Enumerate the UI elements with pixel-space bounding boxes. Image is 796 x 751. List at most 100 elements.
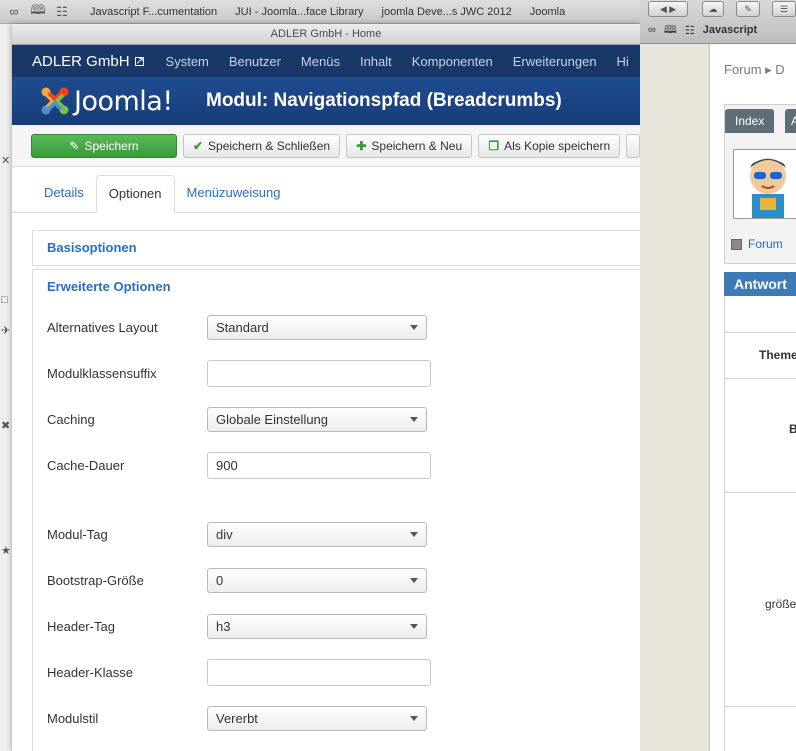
answer-form-table: Theme B größe xyxy=(724,296,796,751)
nav-item-system[interactable]: System xyxy=(156,54,219,69)
divider xyxy=(725,706,796,707)
bookmark-item[interactable]: Javascript F...cumentation xyxy=(90,6,217,18)
field-module-tag: Modul-Tag div xyxy=(47,521,427,547)
bootstrap-size-select[interactable]: 0 xyxy=(207,567,427,593)
top-sites-icon[interactable]: ☷ xyxy=(685,24,695,37)
toolbar: ✎ Speichern ✔ Speichern & Schließen ✚ Sp… xyxy=(12,125,640,167)
forum-link[interactable]: Forum xyxy=(731,237,783,251)
tab-options[interactable]: Optionen xyxy=(95,175,175,213)
nav-item-content[interactable]: Inhalt xyxy=(350,54,402,69)
bookmark-item[interactable]: Javascript xyxy=(703,24,757,36)
header-class-input[interactable] xyxy=(207,658,431,686)
module-tag-label: Modul-Tag xyxy=(47,526,108,542)
reading-list-icon[interactable]: ∞ xyxy=(4,4,24,19)
save-close-button[interactable]: ✔ Speichern & Schließen xyxy=(182,133,341,158)
nav-item-extensions[interactable]: Erweiterungen xyxy=(503,54,607,69)
trash-icon: ✕ xyxy=(1,155,11,167)
browser-toolbar: ◀ ▶ ☁ ✎ ☰ ∞ 🕮 ☷ Javascript xyxy=(640,0,796,44)
module-style-select[interactable]: Vererbt xyxy=(207,705,427,731)
options-accordion: Basisoptionen Erweiterte Optionen Altern… xyxy=(32,230,640,751)
bootstrap-size-value: 0 xyxy=(216,572,224,588)
module-tag-value: div xyxy=(216,526,233,542)
top-sites-icon[interactable]: ☷ xyxy=(52,4,72,20)
field-bootstrap-size: Bootstrap-Größe 0 xyxy=(47,567,427,593)
alternative-layout-value: Standard xyxy=(216,319,269,335)
page-title: Modul: Navigationspfad (Breadcrumbs) xyxy=(206,90,562,111)
edit-icon: ✎ xyxy=(69,138,80,153)
chevron-down-icon xyxy=(410,623,418,629)
bootstrap-size-label: Bootstrap-Größe xyxy=(47,572,144,588)
save-button[interactable]: ✎ Speichern xyxy=(31,133,177,158)
field-header-tag: Header-Tag h3 xyxy=(47,613,427,639)
save-copy-button[interactable]: ❐ Als Kopie speichern xyxy=(478,133,621,158)
basic-options-header[interactable]: Basisoptionen xyxy=(32,230,640,266)
bookmark-item[interactable]: Joomla xyxy=(530,6,565,18)
chevron-down-icon xyxy=(410,416,418,422)
module-tag-select[interactable]: div xyxy=(207,521,427,547)
page-margin xyxy=(640,44,710,751)
site-brand-link[interactable]: ADLER GmbH ↗ xyxy=(12,53,156,70)
cloud-icon[interactable]: ☁ xyxy=(702,1,724,17)
header-tag-select[interactable]: h3 xyxy=(207,613,427,639)
more-toolbar-button[interactable] xyxy=(626,133,640,158)
bookmark-item[interactable]: joomla Deve...s JWC 2012 xyxy=(382,6,512,18)
advanced-options-header[interactable]: Erweiterte Optionen xyxy=(32,269,640,305)
bold-label: B xyxy=(789,422,796,436)
caching-select[interactable]: Globale Einstellung xyxy=(207,406,427,432)
alternative-layout-select[interactable]: Standard xyxy=(207,314,427,340)
field-cache-time: Cache-Dauer 900 xyxy=(47,451,431,479)
nav-item-components[interactable]: Komponenten xyxy=(402,54,503,69)
bookmarks-bar: ∞ 🕮 ☷ Javascript F...cumentation JUI - J… xyxy=(0,0,640,24)
save-new-button-label: Speichern & Neu xyxy=(371,138,463,153)
module-style-label: Modulstil xyxy=(47,710,99,726)
field-alternative-layout: Alternatives Layout Standard xyxy=(47,314,427,340)
joomla-admin-window: ADLER GmbH - Home ADLER GmbH ↗ System Be… xyxy=(12,24,640,751)
right-bookmarks-bar: ∞ 🕮 ☷ Javascript xyxy=(640,20,796,40)
nav-item-users[interactable]: Benutzer xyxy=(219,54,291,69)
nav-item-menus[interactable]: Menüs xyxy=(291,54,350,69)
right-browser-window: ◀ ▶ ☁ ✎ ☰ ∞ 🕮 ☷ Javascript Forum ▸ D Ind… xyxy=(640,0,796,751)
save-button-label: Speichern xyxy=(84,138,139,153)
chevron-down-icon xyxy=(410,531,418,537)
forum-page: Forum ▸ D Index A Forum Antwort Theme B … xyxy=(710,44,796,751)
save-new-button[interactable]: ✚ Speichern & Neu xyxy=(346,133,473,158)
tab-details[interactable]: Details xyxy=(32,175,96,212)
advanced-options-panel: Alternatives Layout Standard Modulklasse… xyxy=(32,305,640,751)
tab-a[interactable]: A xyxy=(785,109,796,133)
tab-index[interactable]: Index xyxy=(725,109,775,133)
bookmarks-icon[interactable]: 🕮 xyxy=(28,1,48,23)
tab-bar: Details Optionen Menüzuweisung xyxy=(12,175,640,213)
bookmark-item[interactable]: JUI - Joomla...face Library xyxy=(235,6,363,18)
divider xyxy=(725,332,796,333)
caching-value: Globale Einstellung xyxy=(216,411,329,427)
header-tag-value: h3 xyxy=(216,618,231,634)
breadcrumb[interactable]: Forum ▸ D xyxy=(724,62,785,78)
avatar-image xyxy=(734,150,796,218)
nav-item-help[interactable]: Hi xyxy=(607,54,639,69)
chevron-down-icon xyxy=(410,715,418,721)
reading-list-icon[interactable]: ∞ xyxy=(648,24,656,36)
send-icon: ✈ xyxy=(1,325,11,337)
bookmarks-icon[interactable]: 🕮 xyxy=(664,21,677,40)
module-class-suffix-input[interactable] xyxy=(207,359,431,387)
star-icon: ★ xyxy=(1,545,11,557)
cache-time-label: Cache-Dauer xyxy=(47,457,125,473)
back-forward-button[interactable]: ◀ ▶ xyxy=(648,1,688,17)
forum-icon xyxy=(731,238,742,250)
header-class-label: Header-Klasse xyxy=(47,664,133,680)
module-style-value: Vererbt xyxy=(216,710,258,726)
site-name: ADLER GmbH xyxy=(32,52,130,70)
tab-menu-assignment[interactable]: Menüzuweisung xyxy=(175,175,293,212)
share-icon[interactable]: ✎ xyxy=(736,1,760,17)
forum-link-label: Forum xyxy=(748,237,783,251)
caching-label: Caching xyxy=(47,411,95,427)
external-link-icon: ↗ xyxy=(134,55,144,67)
avatar xyxy=(733,149,796,219)
alternative-layout-label: Alternatives Layout xyxy=(47,319,158,335)
downloads-icon[interactable]: ☰ xyxy=(772,1,796,17)
cache-time-input[interactable]: 900 xyxy=(207,451,431,479)
joomla-logo-icon xyxy=(41,87,69,115)
page-header: Joomla! Modul: Navigationspfad (Breadcru… xyxy=(12,77,640,125)
top-navigation: ADLER GmbH ↗ System Benutzer Menüs Inhal… xyxy=(12,45,640,77)
window-title: ADLER GmbH - Home xyxy=(12,24,640,45)
